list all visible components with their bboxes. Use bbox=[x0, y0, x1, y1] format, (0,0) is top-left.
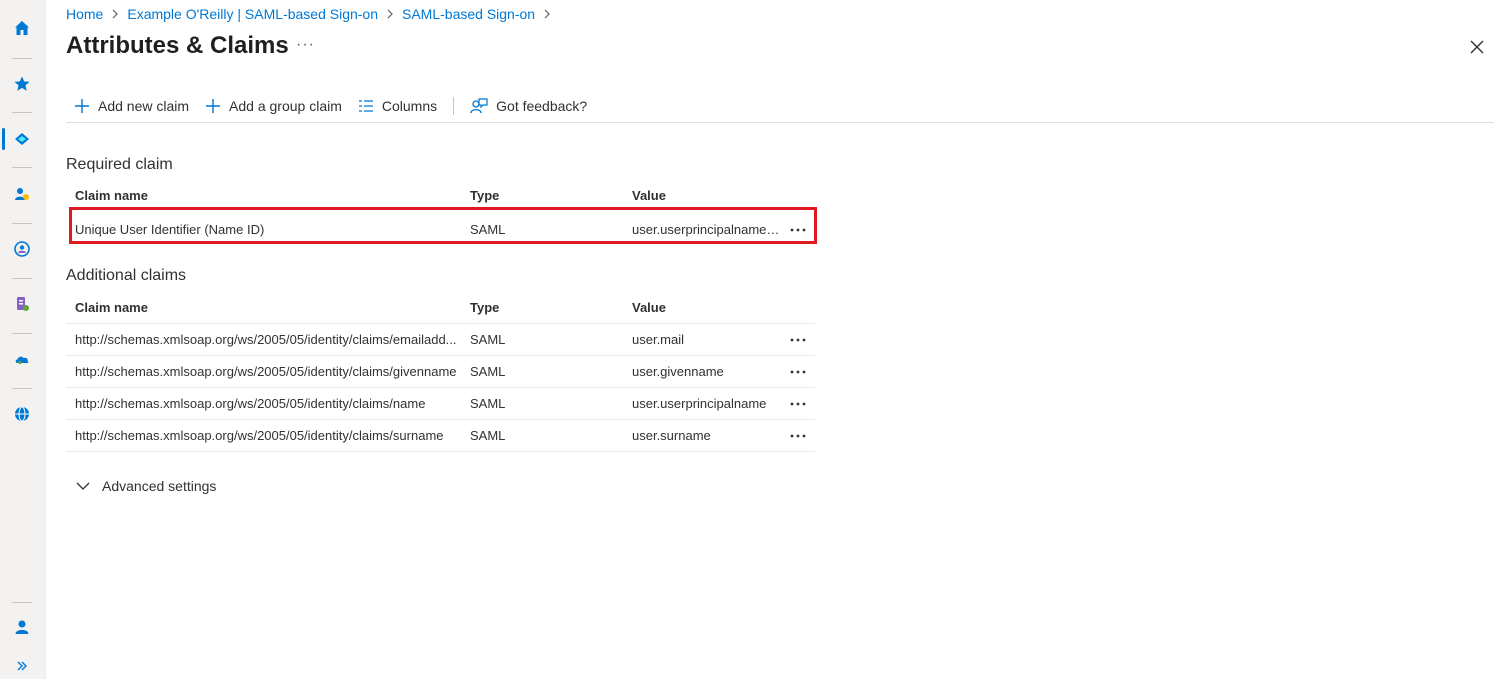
breadcrumb-home-link[interactable]: Home bbox=[66, 6, 103, 22]
claim-value-cell: user.userprincipalname bbox=[632, 396, 767, 411]
plus-icon bbox=[75, 99, 89, 113]
table-row[interactable]: http://schemas.xmlsoap.org/ws/2005/05/id… bbox=[66, 419, 815, 452]
claim-name-cell: http://schemas.xmlsoap.org/ws/2005/05/id… bbox=[75, 364, 457, 379]
header-claim-name[interactable]: Claim name bbox=[75, 292, 463, 323]
advanced-settings-label: Advanced settings bbox=[102, 478, 217, 494]
expand-menu-icon[interactable] bbox=[11, 655, 33, 677]
favorites-star-icon[interactable] bbox=[11, 73, 33, 95]
row-more-button[interactable] bbox=[786, 356, 810, 387]
more-options-icon bbox=[790, 338, 806, 341]
claim-name-cell: http://schemas.xmlsoap.org/ws/2005/05/id… bbox=[75, 396, 426, 411]
more-options-icon bbox=[790, 402, 806, 405]
rail-divider bbox=[12, 58, 32, 59]
user-profile-icon[interactable] bbox=[11, 616, 33, 638]
close-button[interactable] bbox=[1467, 37, 1487, 57]
claim-value-cell: user.givenname bbox=[632, 364, 724, 379]
add-new-claim-button[interactable]: Add new claim bbox=[66, 92, 197, 120]
toolbar-divider bbox=[453, 97, 455, 115]
rail-divider bbox=[12, 602, 32, 603]
rail-divider bbox=[12, 112, 32, 113]
rail-divider bbox=[12, 333, 32, 334]
additional-claims-table: Claim name Type Value http://schemas.xml… bbox=[66, 292, 815, 452]
columns-button[interactable]: Columns bbox=[350, 92, 445, 120]
rail-active-indicator bbox=[2, 128, 5, 150]
header-type[interactable]: Type bbox=[470, 292, 499, 323]
feedback-icon bbox=[470, 98, 488, 114]
required-claim-heading: Required claim bbox=[66, 156, 173, 173]
globe-icon[interactable] bbox=[11, 403, 33, 425]
add-group-claim-label: Add a group claim bbox=[229, 98, 342, 114]
toolbar-divider-line bbox=[66, 122, 1494, 123]
table-header: Claim name Type Value bbox=[66, 292, 815, 323]
users-icon[interactable] bbox=[11, 183, 33, 205]
enterprise-apps-icon[interactable] bbox=[11, 293, 33, 315]
close-icon bbox=[1470, 40, 1484, 54]
plus-icon bbox=[206, 99, 221, 113]
rail-divider bbox=[12, 223, 32, 224]
more-options-icon bbox=[790, 370, 806, 373]
rail-divider bbox=[12, 388, 32, 389]
add-group-claim-button[interactable]: Add a group claim bbox=[197, 92, 350, 120]
columns-icon bbox=[358, 100, 373, 112]
claim-value-cell: user.surname bbox=[632, 428, 711, 443]
breadcrumb-app-link[interactable]: Example O'Reilly | SAML-based Sign-on bbox=[127, 6, 378, 22]
left-nav-rail bbox=[0, 0, 46, 679]
more-options-icon bbox=[790, 434, 806, 437]
additional-claims-heading: Additional claims bbox=[66, 267, 187, 284]
rail-divider bbox=[12, 278, 32, 279]
claim-type-cell: SAML bbox=[470, 364, 506, 379]
breadcrumb-saml-link[interactable]: SAML-based Sign-on bbox=[402, 6, 535, 22]
row-more-button[interactable] bbox=[786, 420, 810, 451]
command-bar: Add new claim Add a group claim Columns … bbox=[66, 92, 595, 120]
entra-id-icon[interactable] bbox=[11, 128, 33, 150]
feedback-label: Got feedback? bbox=[496, 98, 588, 114]
columns-label: Columns bbox=[381, 98, 438, 114]
add-new-claim-label: Add new claim bbox=[98, 98, 190, 114]
breadcrumb: Home Example O'Reilly | SAML-based Sign-… bbox=[66, 6, 559, 22]
chevron-down-icon bbox=[76, 482, 90, 490]
claim-value-cell: user.mail bbox=[632, 332, 685, 347]
chevron-right-icon bbox=[386, 9, 394, 19]
claim-type-cell: SAML bbox=[470, 332, 506, 347]
claim-type-cell: SAML bbox=[470, 428, 506, 443]
claim-name-cell: http://schemas.xmlsoap.org/ws/2005/05/id… bbox=[75, 332, 457, 347]
advanced-settings-toggle[interactable]: Advanced settings bbox=[76, 478, 216, 494]
cloud-icon[interactable] bbox=[11, 348, 33, 370]
claim-name-cell: http://schemas.xmlsoap.org/ws/2005/05/id… bbox=[75, 428, 444, 443]
home-icon[interactable] bbox=[11, 17, 33, 39]
row-more-button[interactable] bbox=[786, 324, 810, 355]
groups-icon[interactable] bbox=[11, 238, 33, 260]
table-row[interactable]: http://schemas.xmlsoap.org/ws/2005/05/id… bbox=[66, 387, 815, 419]
rail-divider bbox=[12, 167, 32, 168]
feedback-button[interactable]: Got feedback? bbox=[462, 92, 595, 120]
header-value[interactable]: Value bbox=[632, 292, 782, 323]
page-title: Attributes & Claims bbox=[66, 32, 289, 59]
claim-type-cell: SAML bbox=[470, 396, 506, 411]
chevron-right-icon bbox=[543, 9, 551, 19]
table-row[interactable]: http://schemas.xmlsoap.org/ws/2005/05/id… bbox=[66, 323, 815, 355]
chevron-right-icon bbox=[111, 9, 119, 19]
row-more-button[interactable] bbox=[786, 388, 810, 419]
table-row[interactable]: http://schemas.xmlsoap.org/ws/2005/05/id… bbox=[66, 355, 815, 387]
highlight-box bbox=[69, 207, 817, 244]
title-more-button[interactable]: ··· bbox=[296, 36, 315, 54]
